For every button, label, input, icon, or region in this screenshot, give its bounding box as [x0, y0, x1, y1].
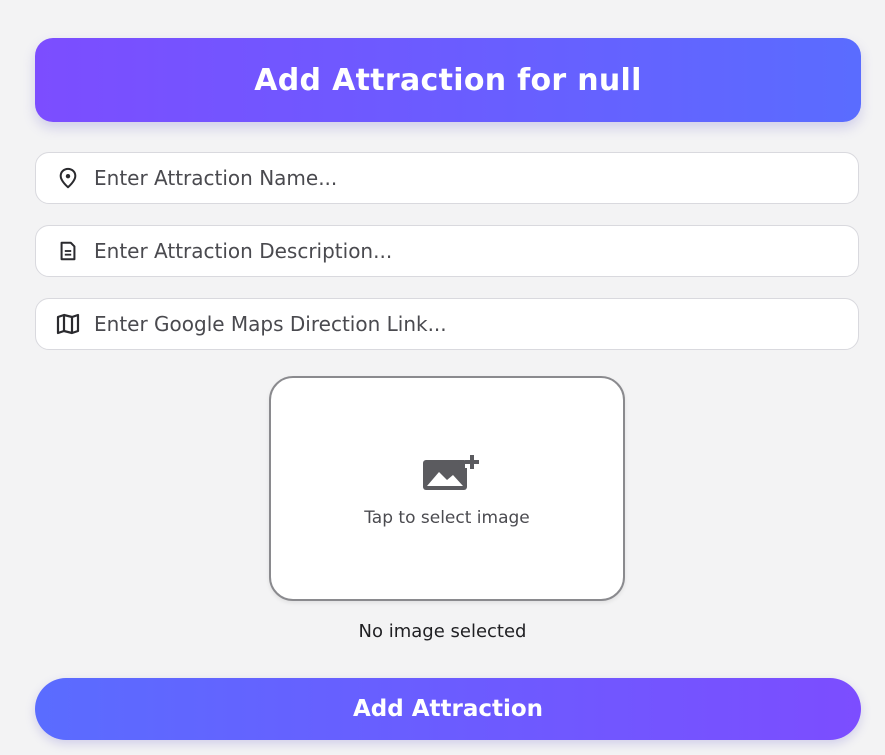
add-photo-icon: [421, 454, 481, 494]
attraction-description-input[interactable]: [94, 239, 814, 263]
image-status-text: No image selected: [358, 621, 527, 642]
map-icon: [56, 312, 80, 336]
document-icon: [56, 239, 80, 263]
attraction-name-field[interactable]: [35, 152, 859, 204]
image-picker[interactable]: Tap to select image: [269, 376, 625, 601]
add-attraction-button[interactable]: Add Attraction: [35, 678, 861, 740]
attraction-description-field[interactable]: [35, 225, 859, 277]
location-pin-icon: [56, 166, 80, 190]
image-picker-label: Tap to select image: [364, 508, 530, 528]
page-title: Add Attraction for null: [254, 62, 642, 98]
attraction-name-input[interactable]: [94, 166, 814, 190]
screen: Add Attraction for null Enter Attraction…: [0, 0, 885, 755]
header-banner: Add Attraction for null: [35, 38, 861, 122]
maps-link-input[interactable]: [94, 312, 814, 336]
maps-link-field[interactable]: [35, 298, 859, 350]
